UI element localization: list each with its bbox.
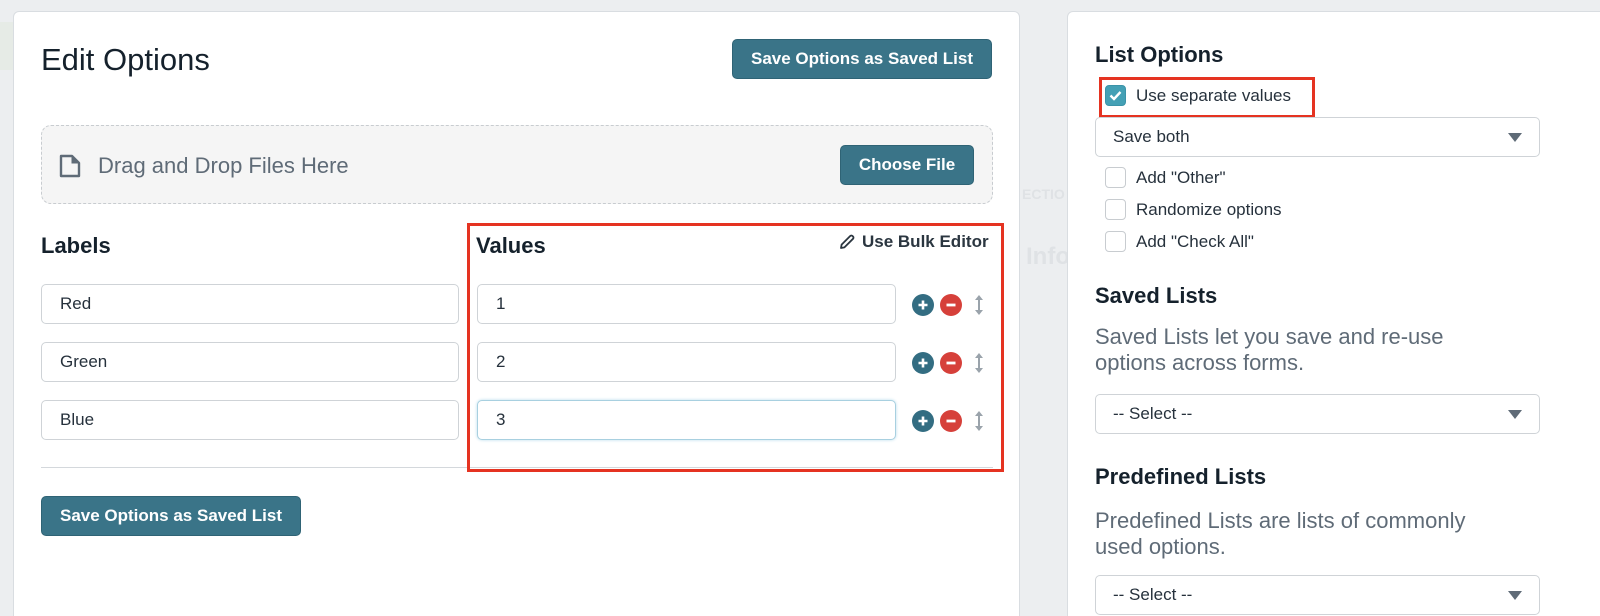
drag-handle-icon[interactable]	[972, 409, 986, 433]
save-mode-select[interactable]: Save both	[1095, 117, 1540, 157]
save-options-as-saved-list-button[interactable]: Save Options as Saved List	[732, 39, 992, 79]
checkbox[interactable]	[1105, 199, 1126, 220]
minus-circle-icon[interactable]	[940, 410, 962, 432]
select-value: Save both	[1113, 127, 1190, 146]
predefined-lists-select[interactable]: -- Select --	[1095, 575, 1540, 615]
row-actions	[912, 293, 986, 317]
label-input[interactable]	[41, 400, 459, 440]
add-check-all-checkbox[interactable]: Add "Check All"	[1105, 231, 1254, 252]
plus-circle-icon[interactable]	[912, 294, 934, 316]
use-separate-values-checkbox[interactable]: Use separate values	[1105, 85, 1291, 106]
value-input[interactable]	[477, 342, 896, 382]
plus-circle-icon[interactable]	[912, 352, 934, 374]
checkbox[interactable]	[1105, 167, 1126, 188]
use-bulk-editor-label: Use Bulk Editor	[862, 232, 989, 251]
caret-down-icon	[1508, 409, 1522, 419]
predefined-lists-description: Predefined Lists are lists of commonly u…	[1095, 508, 1466, 559]
minus-circle-icon[interactable]	[940, 294, 962, 316]
choose-file-button[interactable]: Choose File	[840, 145, 974, 185]
list-options-panel: List Options Use separate values Save bo…	[1067, 11, 1600, 616]
checkbox-label: Use separate values	[1136, 85, 1291, 105]
checkmark-icon	[1109, 91, 1122, 101]
caret-down-icon	[1508, 132, 1522, 142]
row-actions	[912, 409, 986, 433]
minus-circle-icon[interactable]	[940, 352, 962, 374]
use-bulk-editor-link[interactable]: Use Bulk Editor	[838, 232, 989, 252]
list-options-heading: List Options	[1095, 42, 1224, 67]
saved-lists-select[interactable]: -- Select --	[1095, 394, 1540, 434]
randomize-options-checkbox[interactable]: Randomize options	[1105, 199, 1282, 220]
checkbox-label: Add "Other"	[1136, 167, 1226, 187]
file-dropzone[interactable]: Drag and Drop Files Here Choose File	[41, 125, 993, 204]
predefined-lists-heading: Predefined Lists	[1095, 464, 1267, 489]
pencil-icon	[840, 234, 855, 249]
add-other-checkbox[interactable]: Add "Other"	[1105, 167, 1226, 188]
save-options-as-saved-list-button-bottom[interactable]: Save Options as Saved List	[41, 496, 301, 536]
drag-handle-icon[interactable]	[972, 293, 986, 317]
value-input[interactable]	[477, 400, 896, 440]
edit-options-panel: Edit Options Save Options as Saved List …	[13, 11, 1020, 616]
caret-down-icon	[1508, 590, 1522, 600]
dropzone-text: Drag and Drop Files Here	[98, 153, 349, 178]
label-input[interactable]	[41, 342, 459, 382]
checkbox-checked[interactable]	[1105, 85, 1126, 106]
values-heading: Values	[476, 233, 546, 258]
select-value: -- Select --	[1113, 404, 1193, 423]
plus-circle-icon[interactable]	[912, 410, 934, 432]
background-strip	[0, 22, 13, 70]
label-input[interactable]	[41, 284, 459, 324]
saved-lists-heading: Saved Lists	[1095, 283, 1218, 308]
row-actions	[912, 351, 986, 375]
background-text: ECTIO	[1022, 186, 1065, 202]
background-text: Info	[1026, 243, 1070, 270]
file-icon	[59, 154, 81, 178]
select-value: -- Select --	[1113, 585, 1193, 604]
labels-heading: Labels	[41, 233, 111, 258]
checkbox-label: Add "Check All"	[1136, 231, 1254, 251]
page-title: Edit Options	[41, 42, 210, 77]
divider	[41, 467, 993, 468]
saved-lists-description: Saved Lists let you save and re-use opti…	[1095, 324, 1444, 375]
drag-handle-icon[interactable]	[972, 351, 986, 375]
checkbox-label: Randomize options	[1136, 199, 1282, 219]
checkbox[interactable]	[1105, 231, 1126, 252]
value-input[interactable]	[477, 284, 896, 324]
